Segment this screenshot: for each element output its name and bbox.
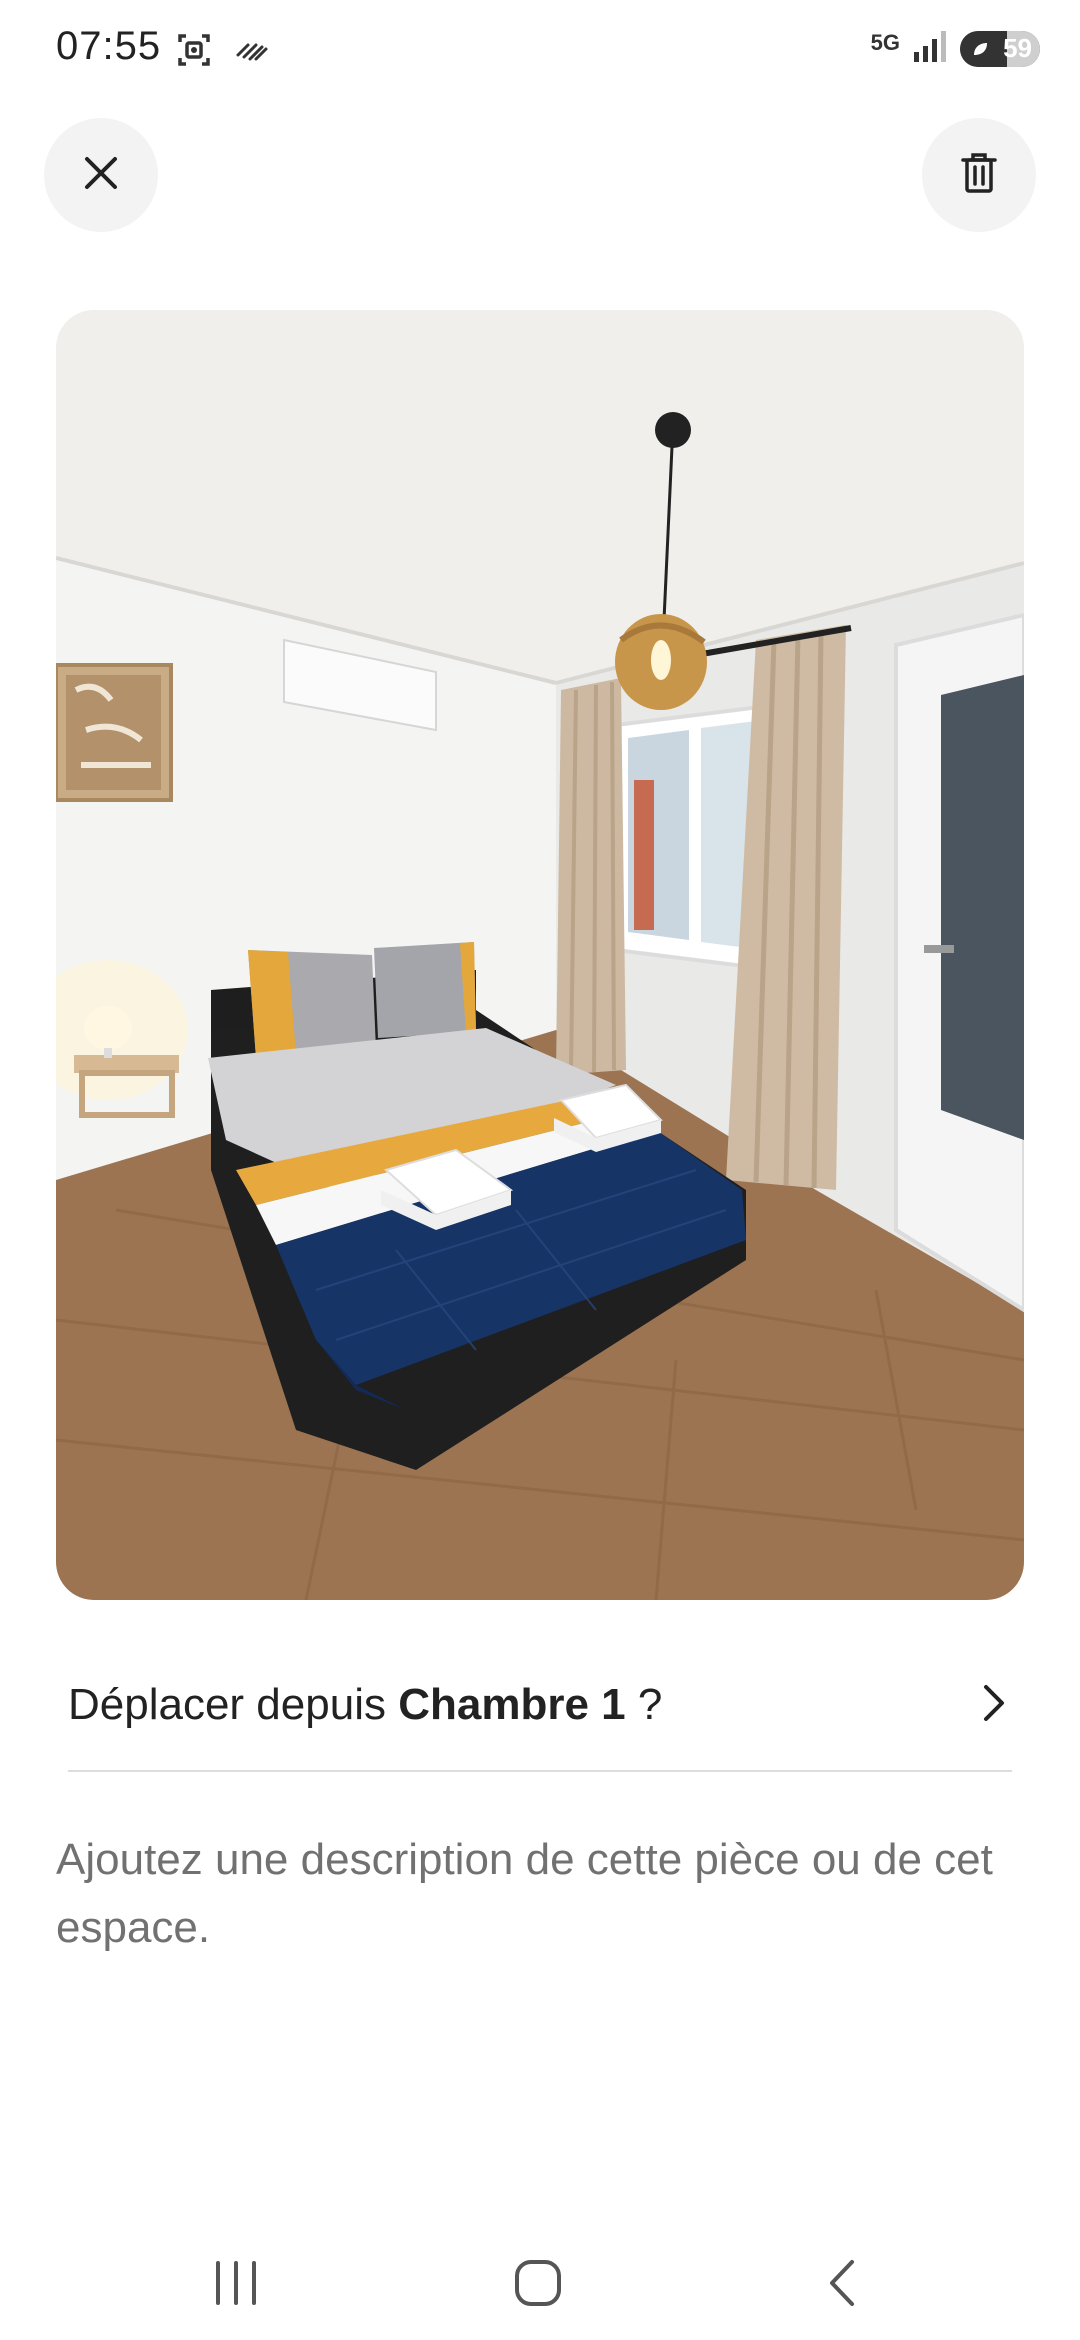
network-type: 5G [870, 29, 900, 55]
description-field[interactable]: Ajoutez une description de cette pièce o… [56, 1826, 1024, 1962]
move-suffix: ? [625, 1680, 663, 1729]
status-left-icons [174, 30, 270, 74]
recents-button[interactable] [196, 2250, 276, 2320]
signal-icon [912, 28, 948, 69]
recents-icon [212, 2260, 260, 2310]
battery-saver-icon [970, 39, 990, 64]
close-icon [81, 153, 121, 198]
status-time: 07:55 [56, 24, 162, 68]
move-from-room-row[interactable]: Déplacer depuis Chambre 1 ? [68, 1640, 1012, 1772]
close-button[interactable] [44, 118, 158, 232]
status-right: 5G 59 [871, 28, 1040, 69]
battery-indicator: 59 [960, 30, 1040, 67]
room-photo[interactable] [56, 310, 1024, 1600]
back-button[interactable] [802, 2250, 882, 2320]
move-prefix: Déplacer depuis [68, 1680, 399, 1729]
screenshot-icon [174, 30, 214, 75]
data-saver-icon [234, 35, 270, 70]
trash-icon [959, 151, 999, 200]
status-bar: 07:55 5G 59 [0, 0, 1080, 100]
delete-photo-button[interactable] [922, 118, 1036, 232]
current-room-name: Chambre 1 [398, 1680, 626, 1729]
move-from-room-label: Déplacer depuis Chambre 1 ? [68, 1680, 662, 1730]
home-icon [513, 2258, 563, 2313]
system-navigation-bar [0, 2220, 1080, 2340]
home-button[interactable] [498, 2250, 578, 2320]
back-icon [824, 2258, 860, 2313]
chevron-right-icon [976, 1683, 1012, 1728]
